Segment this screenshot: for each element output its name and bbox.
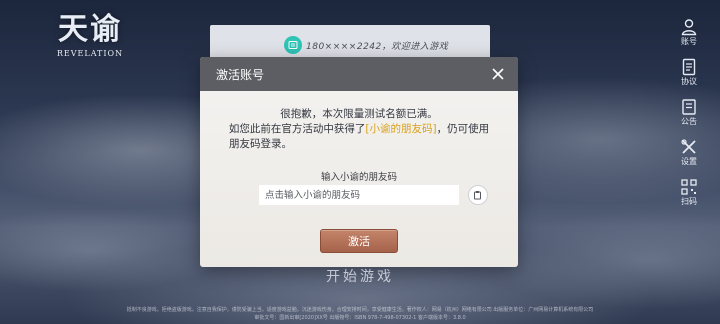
account-badge-icon: [284, 36, 302, 54]
game-logo: 天谕 REVELATION: [30, 12, 150, 64]
activate-account-dialog: 激活账号 很抱歉，本次限量测试名额已满。 如您此前在官方活动中获得了[小谕的朋友…: [200, 57, 518, 267]
activate-button[interactable]: 激活: [320, 229, 398, 253]
menu-label-account: 账号: [681, 37, 697, 46]
logo-subtitle: REVELATION: [56, 49, 124, 58]
message-line-1: 很抱歉，本次限量测试名额已满。: [280, 108, 438, 120]
menu-label-settings: 设置: [681, 157, 697, 166]
paste-icon: [474, 191, 481, 200]
account-icon: [681, 19, 697, 36]
footer-notice-line-2: 审批文号：国新出审[2020]XX号 出版物号：ISBN 978-7-498-0…: [254, 315, 466, 321]
footer-notice-line-1: 抵制不良游戏，拒绝盗版游戏。注意自我保护，谨防受骗上当。适度游戏益脑，沉迷游戏伤…: [126, 307, 594, 313]
message-line-2-post: ，仍可使用: [436, 123, 490, 135]
message-line-3: 朋友码登录。: [229, 138, 292, 150]
menu-label-qrcode: 扫码: [681, 197, 697, 206]
agreement-icon: [682, 58, 696, 76]
announcement-icon: [682, 99, 696, 115]
qrcode-icon: [681, 179, 697, 195]
menu-label-announcement: 公告: [681, 117, 697, 126]
close-button[interactable]: [488, 64, 508, 84]
close-icon: [492, 68, 504, 80]
friend-code-input[interactable]: [259, 185, 459, 205]
friend-code-highlight: [小谕的朋友码]: [365, 123, 437, 135]
menu-item-qrcode[interactable]: 扫码: [674, 178, 704, 218]
menu-item-settings[interactable]: 设置: [674, 138, 704, 178]
menu-item-agreement[interactable]: 协议: [674, 58, 704, 98]
menu-label-agreement: 协议: [681, 77, 697, 86]
friend-code-label: 输入小谕的朋友码: [320, 172, 397, 183]
right-side-menu: 账号 协议 公告 设置 扫码: [674, 18, 704, 218]
paste-button[interactable]: [468, 185, 488, 205]
start-game-button[interactable]: 开始游戏: [0, 266, 720, 286]
menu-item-account[interactable]: 账号: [674, 18, 704, 58]
dialog-header: 激活账号: [200, 57, 518, 91]
dialog-message: 很抱歉，本次限量测试名额已满。 如您此前在官方活动中获得了[小谕的朋友码]，仍可…: [220, 107, 498, 152]
welcome-text: 180××××2242，欢迎进入游戏: [306, 41, 449, 52]
dialog-title: 激活账号: [216, 68, 265, 82]
menu-item-announcement[interactable]: 公告: [674, 98, 704, 138]
settings-icon: [681, 139, 696, 154]
message-line-2-pre: 如您此前在官方活动中获得了: [228, 123, 366, 135]
logo-title: 天谕: [58, 12, 122, 47]
